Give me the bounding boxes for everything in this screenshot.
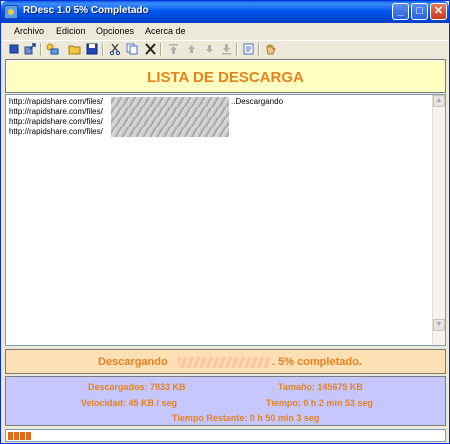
download-status: ..Descargando: [231, 97, 284, 106]
progress-segment: [14, 432, 19, 440]
elapsed-time-stat: Tiempo: 0 h 2 min 53 seg: [266, 398, 373, 408]
stop-icon[interactable]: [8, 43, 21, 55]
list-item[interactable]: http://rapidshare.com/files/: [9, 127, 103, 137]
vertical-scrollbar[interactable]: ▲ ▼: [432, 95, 445, 345]
download-url: http://rapidshare.com/files/: [9, 117, 103, 126]
redacted-filename: [111, 97, 229, 107]
move-down-icon[interactable]: [203, 43, 216, 55]
redacted-filename: [111, 117, 229, 127]
progress-segment: [26, 432, 31, 440]
toolbar-separator: [160, 43, 162, 56]
progress-bar: [5, 429, 446, 442]
menu-acerca-de[interactable]: Acerca de: [145, 26, 186, 36]
redacted-filename: [178, 357, 270, 368]
list-item[interactable]: http://rapidshare.com/files/: [9, 107, 103, 117]
progress-segment: [20, 432, 25, 440]
toolbar-separator: [102, 43, 104, 56]
status-suffix: . 5% completado.: [272, 356, 362, 368]
copy-icon[interactable]: [126, 43, 139, 55]
toolbar: [2, 40, 448, 57]
toolbar-separator: [236, 43, 238, 56]
menu-edicion[interactable]: Edicion: [56, 26, 86, 36]
cut-icon[interactable]: [109, 43, 122, 55]
download-url: http://rapidshare.com/files/: [9, 97, 103, 106]
toolbar-separator: [258, 43, 260, 56]
remaining-time-stat: Tiempo Restante: 0 h 50 min 3 seg: [172, 413, 320, 423]
download-list[interactable]: http://rapidshare.com/files/ ..Descargan…: [5, 94, 446, 346]
status-panel: Descargando . 5% completado.: [5, 349, 446, 374]
maximize-button[interactable]: □: [411, 3, 428, 20]
properties-icon[interactable]: [242, 43, 255, 55]
open-folder-icon[interactable]: [68, 43, 81, 55]
progress-segment: [8, 432, 13, 440]
move-bottom-icon[interactable]: [220, 43, 233, 55]
export-icon[interactable]: [24, 43, 37, 55]
add-link-icon[interactable]: [46, 43, 59, 55]
speed-stat: Velocidad: 45 KB / seg: [81, 398, 178, 408]
downloaded-stat: Descargados: 7933 KB: [88, 382, 186, 392]
menu-opciones[interactable]: Opciones: [96, 26, 134, 36]
download-url: http://rapidshare.com/files/: [9, 107, 103, 116]
menu-archivo[interactable]: Archivo: [14, 26, 44, 36]
scroll-down-icon[interactable]: ▼: [433, 319, 445, 331]
page-title: LISTA DE DESCARGA: [147, 69, 304, 86]
title-bar[interactable]: RDesc 1.0 5% Completado _ □ ✕: [1, 1, 449, 23]
move-top-icon[interactable]: [167, 43, 180, 55]
close-button[interactable]: ✕: [430, 3, 447, 20]
redacted-filename: [111, 127, 229, 137]
redacted-filename: [111, 107, 229, 117]
app-icon[interactable]: [4, 5, 18, 19]
window-title: RDesc 1.0 5% Completado: [23, 5, 149, 16]
scroll-up-icon[interactable]: ▲: [433, 95, 445, 107]
size-stat: Tamaño: 145675 KB: [278, 382, 363, 392]
minimize-button[interactable]: _: [392, 3, 409, 20]
move-up-icon[interactable]: [185, 43, 198, 55]
list-item[interactable]: http://rapidshare.com/files/: [9, 97, 103, 107]
status-prefix: Descargando: [98, 356, 168, 368]
menu-bar: Archivo Edicion Opciones Acerca de: [2, 23, 448, 40]
toolbar-separator: [40, 43, 42, 56]
list-item[interactable]: http://rapidshare.com/files/: [9, 117, 103, 127]
stats-panel: Descargados: 7933 KB Tamaño: 145675 KB V…: [5, 376, 446, 426]
header-panel: LISTA DE DESCARGA: [5, 59, 446, 93]
delete-icon[interactable]: [144, 43, 157, 55]
hand-icon[interactable]: [264, 43, 277, 55]
main-window: RDesc 1.0 5% Completado _ □ ✕ Archivo Ed…: [0, 0, 450, 444]
save-icon[interactable]: [86, 43, 99, 55]
download-url: http://rapidshare.com/files/: [9, 127, 103, 136]
